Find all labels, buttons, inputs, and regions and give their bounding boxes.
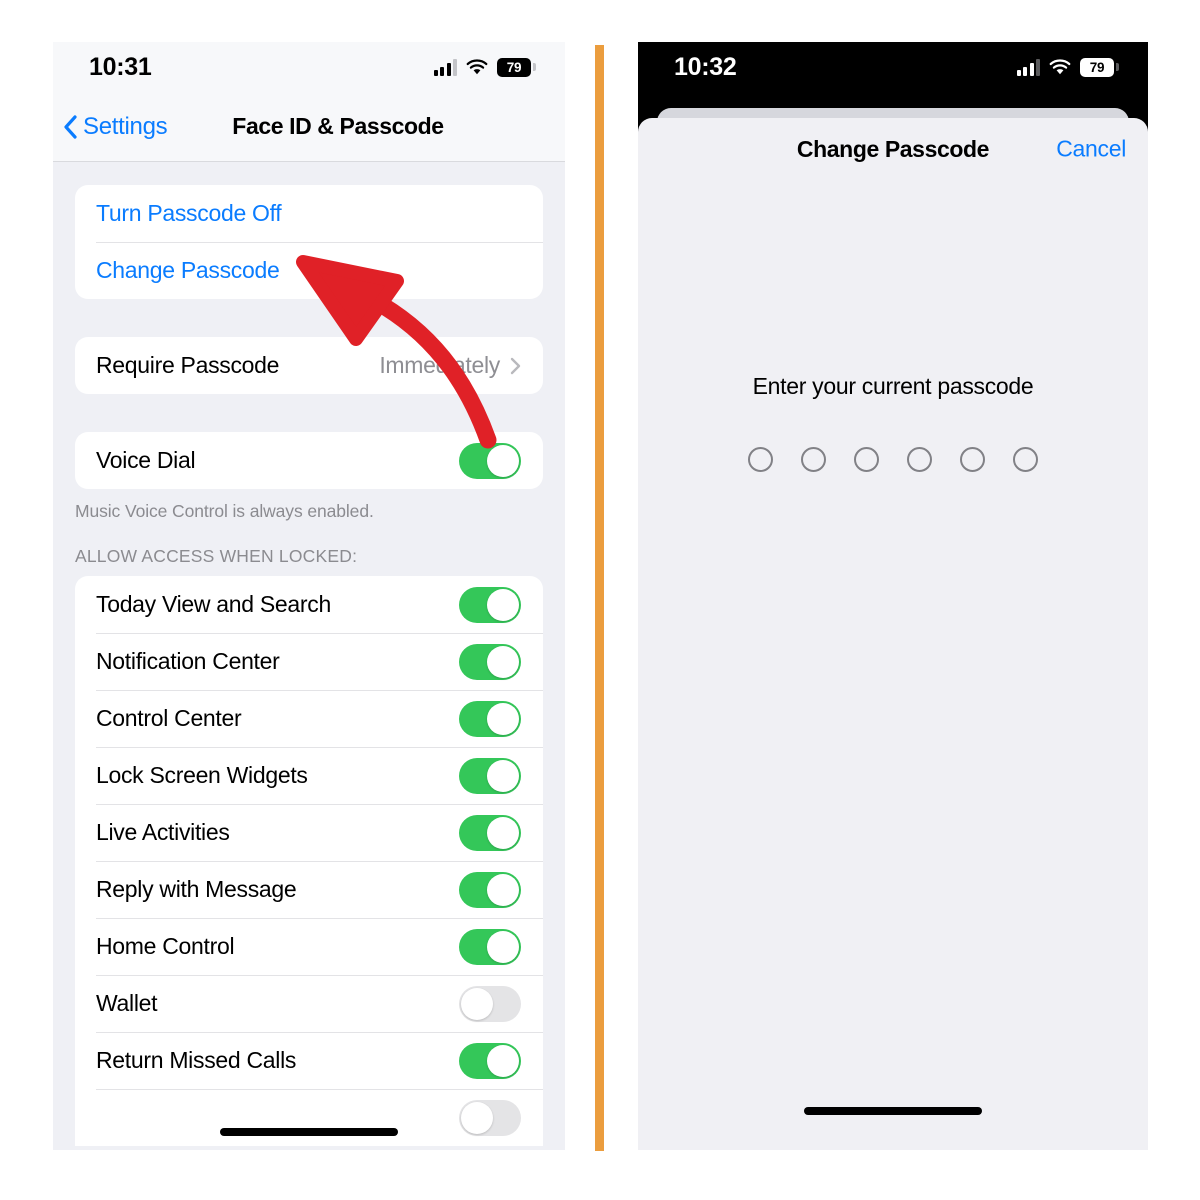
row-home-control[interactable]: Home Control (75, 918, 543, 975)
section-header-allow-access: ALLOW ACCESS WHEN LOCKED: (75, 546, 358, 566)
toggle-wallet[interactable] (459, 985, 521, 1022)
status-bar-right: 10:32 79 (638, 42, 1148, 92)
row-label: Return Missed Calls (96, 1047, 297, 1073)
toggle-partial-cutoff[interactable] (459, 1099, 521, 1136)
cellular-bars-icon (1016, 58, 1040, 76)
group-voice-dial: Voice Dial (75, 432, 543, 489)
battery-icon: 79 (1080, 57, 1119, 77)
wifi-icon (466, 59, 488, 76)
cancel-button[interactable]: Cancel (1056, 136, 1126, 163)
group-passcode-actions: Turn Passcode Off Change Passcode (75, 185, 543, 299)
passcode-prompt: Enter your current passcode (752, 373, 1034, 399)
row-label: Reply with Message (96, 876, 297, 902)
row-change-passcode[interactable]: Change Passcode (75, 242, 543, 299)
wifi-icon (1049, 59, 1071, 76)
row-value: Immediately (379, 352, 500, 378)
row-return-missed-calls[interactable]: Return Missed Calls (75, 1032, 543, 1089)
passcode-dot (960, 447, 985, 472)
toggle-knob (487, 873, 519, 906)
passcode-dots[interactable] (638, 447, 1148, 472)
row-reply-with-message[interactable]: Reply with Message (75, 861, 543, 918)
row-control-center[interactable]: Control Center (75, 690, 543, 747)
status-bar-left: 10:31 79 (53, 42, 565, 92)
row-notification-center[interactable]: Notification Center (75, 633, 543, 690)
passcode-dot (854, 447, 879, 472)
toggle-knob (461, 1101, 493, 1134)
row-label: Control Center (96, 705, 242, 731)
toggle-live-activities[interactable] (459, 814, 521, 851)
passcode-dot (801, 447, 826, 472)
change-passcode-sheet: Change Passcode Cancel Enter your curren… (638, 118, 1148, 1150)
panel-divider (595, 45, 604, 1151)
battery-icon: 79 (497, 57, 536, 77)
status-time: 10:32 (674, 52, 737, 81)
back-button-label: Settings (83, 112, 168, 140)
row-label: Notification Center (96, 648, 280, 674)
passcode-dot (1013, 447, 1038, 472)
toggle-today-view-and-search[interactable] (459, 586, 521, 623)
row-today-view-and-search[interactable]: Today View and Search (75, 576, 543, 633)
toggle-knob (487, 702, 519, 735)
row-right: Immediately (379, 352, 521, 379)
status-time: 10:31 (89, 52, 152, 81)
group-allow-access: Today View and Search Notification Cente… (75, 576, 543, 1146)
row-label: Today View and Search (96, 591, 331, 617)
chevron-left-icon (64, 114, 77, 139)
toggle-home-control[interactable] (459, 928, 521, 965)
toggle-knob (487, 1044, 519, 1077)
toggle-control-center[interactable] (459, 700, 521, 737)
row-label: Live Activities (96, 819, 230, 845)
row-live-activities[interactable]: Live Activities (75, 804, 543, 861)
toggle-return-missed-calls[interactable] (459, 1042, 521, 1079)
toggle-voice-dial[interactable] (459, 442, 521, 479)
row-label: Voice Dial (96, 447, 196, 473)
toggle-notification-center[interactable] (459, 643, 521, 680)
row-lock-screen-widgets[interactable]: Lock Screen Widgets (75, 747, 543, 804)
row-label: Lock Screen Widgets (96, 762, 308, 788)
voice-dial-footnote: Music Voice Control is always enabled. (75, 501, 374, 521)
chevron-right-icon (510, 357, 521, 374)
toggle-knob (487, 930, 519, 963)
toggle-knob (487, 759, 519, 792)
toggle-knob (461, 987, 493, 1020)
row-turn-passcode-off[interactable]: Turn Passcode Off (75, 185, 543, 242)
battery-percent-label: 79 (1089, 59, 1105, 75)
sheet-title: Change Passcode (796, 135, 990, 162)
status-icons: 79 (433, 57, 536, 77)
nav-bar-left: Settings Face ID & Passcode (53, 92, 565, 162)
row-require-passcode[interactable]: Require Passcode Immediately (75, 337, 543, 394)
row-partial-cutoff[interactable] (75, 1089, 543, 1146)
toggle-knob (487, 816, 519, 849)
toggle-knob (487, 444, 519, 477)
group-require-passcode: Require Passcode Immediately (75, 337, 543, 394)
back-button[interactable]: Settings (63, 112, 168, 141)
row-label: Turn Passcode Off (96, 200, 282, 226)
cellular-bars-icon (433, 58, 457, 76)
passcode-dot (748, 447, 773, 472)
row-label: Change Passcode (96, 257, 280, 283)
settings-list[interactable]: Turn Passcode Off Change Passcode Requir… (53, 163, 565, 1150)
row-label: Require Passcode (96, 352, 280, 378)
row-voice-dial[interactable]: Voice Dial (75, 432, 543, 489)
home-indicator-right (804, 1107, 982, 1115)
toggle-knob (487, 588, 519, 621)
left-phone-screenshot: 10:31 79 Settings Face ID & Passcode Tur… (53, 42, 565, 1150)
battery-percent-label: 79 (506, 59, 522, 75)
toggle-reply-with-message[interactable] (459, 871, 521, 908)
status-icons: 79 (1016, 57, 1119, 77)
home-indicator-left (220, 1128, 398, 1136)
sheet-nav-bar: Change Passcode Cancel (638, 118, 1148, 180)
toggle-lock-screen-widgets[interactable] (459, 757, 521, 794)
row-label: Home Control (96, 933, 235, 959)
right-phone-screenshot: 10:32 79 Change Passcode Cancel Enter yo… (638, 42, 1148, 1150)
row-wallet[interactable]: Wallet (75, 975, 543, 1032)
passcode-dot (907, 447, 932, 472)
row-label: Wallet (96, 990, 158, 1016)
toggle-knob (487, 645, 519, 678)
